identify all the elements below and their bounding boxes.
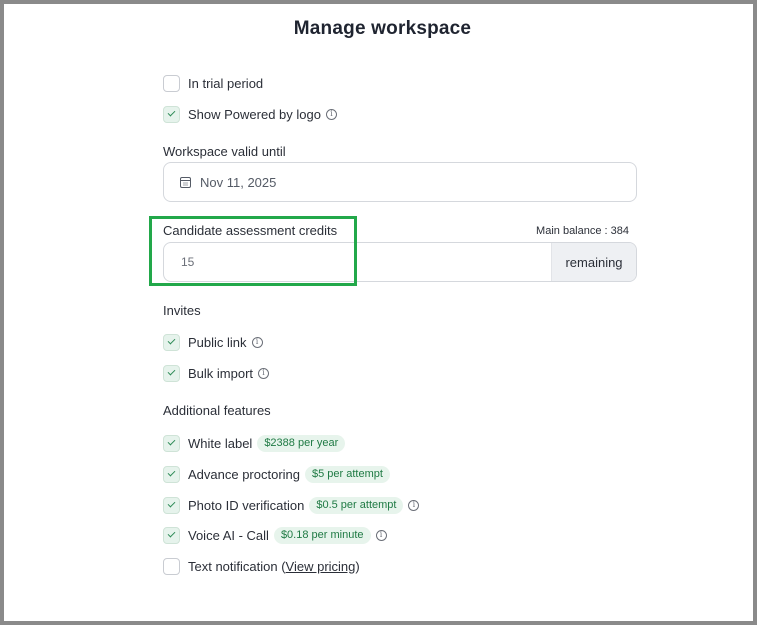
advance-proctoring-option[interactable]: Advance proctoring $5 per attempt [163,465,390,483]
invites-heading: Invites [163,303,201,318]
info-icon[interactable]: i [325,108,337,120]
text-notification-label: Text notification ( [188,558,286,574]
credits-suffix: remaining [551,243,636,281]
white-label-label: White label [188,435,253,451]
advance-proctoring-label: Advance proctoring [188,466,301,482]
price-badge: $0.18 per minute [273,526,371,544]
public-link-label: Public link [188,334,247,350]
powered-by-logo-checkbox[interactable] [163,105,180,123]
powered-by-logo-label: Show Powered by logo [188,106,321,122]
powered-by-logo-option[interactable]: Show Powered by logo i [163,105,337,123]
text-notification-checkbox[interactable] [163,557,180,575]
highlight-box [149,216,357,286]
photo-id-checkbox[interactable] [163,496,180,514]
voice-ai-option[interactable]: Voice AI - Call $0.18 per minute i [163,526,387,544]
advance-proctoring-checkbox[interactable] [163,465,180,483]
white-label-checkbox[interactable] [163,434,180,452]
valid-until-value: Nov 11, 2025 [200,174,277,190]
public-link-option[interactable]: Public link i [163,333,263,351]
info-icon[interactable]: i [408,499,420,511]
text-notification-close: ) [355,558,360,574]
info-icon[interactable]: i [375,529,387,541]
trial-period-option[interactable]: In trial period [163,74,263,92]
trial-period-label: In trial period [188,75,264,91]
main-balance: Main balance : 384 [536,225,629,237]
bulk-import-option[interactable]: Bulk import i [163,364,270,382]
page-title: Manage workspace [293,18,472,39]
photo-id-option[interactable]: Photo ID verification $0.5 per attempt i [163,496,420,514]
info-icon[interactable]: i [258,367,270,379]
voice-ai-label: Voice AI - Call [188,527,269,543]
valid-until-label: Workspace valid until [163,144,286,159]
info-icon[interactable]: i [251,336,263,348]
window-frame: Manage workspace In trial period Show Po… [0,0,757,625]
price-badge: $5 per attempt [305,465,390,483]
price-badge: $0.5 per attempt [309,496,404,514]
trial-period-checkbox[interactable] [163,74,180,92]
additional-features-heading: Additional features [163,403,271,418]
price-badge: $2388 per year [257,434,346,452]
bulk-import-label: Bulk import [188,365,254,381]
text-notification-option[interactable]: Text notification ( View pricing ) [163,557,360,575]
valid-until-date-field[interactable]: Nov 11, 2025 [163,162,637,202]
voice-ai-checkbox[interactable] [163,526,180,544]
calendar-icon [180,176,191,188]
view-pricing-link[interactable]: View pricing [286,559,356,574]
photo-id-label: Photo ID verification [188,497,305,513]
white-label-option[interactable]: White label $2388 per year [163,434,346,452]
bulk-import-checkbox[interactable] [163,364,180,382]
public-link-checkbox[interactable] [163,333,180,351]
